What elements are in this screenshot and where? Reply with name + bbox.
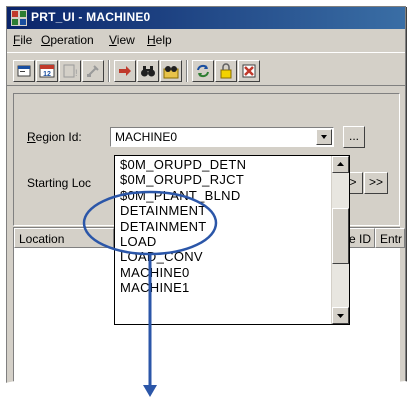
new-window-icon <box>17 65 31 77</box>
svg-text:12: 12 <box>43 71 51 78</box>
tools-button[interactable] <box>82 60 104 82</box>
svg-text:!: ! <box>75 68 78 78</box>
toolbar-separator <box>108 60 110 82</box>
title-bar: PRT_UI - MACHINE0 <box>7 7 405 29</box>
list-item[interactable]: LOAD_CONV <box>115 249 330 264</box>
chevron-up-icon <box>337 162 344 166</box>
edit-button[interactable]: ! <box>59 60 81 82</box>
scroll-down-button[interactable] <box>332 307 349 324</box>
list-item[interactable]: $0M_PLANT_BLND <box>115 188 330 203</box>
region-dropdown-list[interactable]: $0M_ORUPD_DETN $0M_ORUPD_RJCT $0M_PLANT_… <box>114 155 350 325</box>
dropdown-scrollbar[interactable] <box>331 156 349 324</box>
torn-edge <box>0 379 417 399</box>
binoculars-folder-icon <box>163 66 179 79</box>
binoculars-icon <box>141 66 155 77</box>
list-item[interactable]: $0M_ORUPD_RJCT <box>115 172 330 187</box>
go-button[interactable] <box>114 60 136 82</box>
toolbar-separator <box>186 60 188 82</box>
dropdown-items: $0M_ORUPD_DETN $0M_ORUPD_RJCT $0M_PLANT_… <box>115 157 330 296</box>
main-window: PRT_UI - MACHINE0 File Operation View He… <box>6 6 406 394</box>
window-title: PRT_UI - MACHINE0 <box>31 10 151 24</box>
list-item[interactable]: MACHINE1 <box>115 280 330 295</box>
calendar-button[interactable]: 12 <box>36 60 58 82</box>
find-button[interactable] <box>137 60 159 82</box>
find-folder-button[interactable] <box>160 60 182 82</box>
refresh-button[interactable] <box>192 60 214 82</box>
list-item[interactable]: MACHINE0 <box>115 265 330 280</box>
column-header-entry[interactable]: Entr <box>375 228 405 248</box>
calendar-icon: 12 <box>39 64 55 78</box>
list-item[interactable]: $0M_ORUPD_DETN <box>115 157 330 172</box>
chevron-down-icon <box>337 314 344 318</box>
list-item[interactable]: DETAINMENT <box>115 203 330 218</box>
lock-icon <box>220 63 232 79</box>
menu-help[interactable]: Help <box>147 33 172 47</box>
starting-location-label: Starting Loc <box>27 176 92 190</box>
refresh-icon <box>197 64 209 78</box>
disabled-tools-icon <box>87 65 99 77</box>
scroll-up-button[interactable] <box>332 156 349 173</box>
combo-dropdown-button[interactable] <box>316 129 332 145</box>
disabled-edit-icon: ! <box>63 64 78 78</box>
browse-button[interactable]: ... <box>343 126 365 148</box>
arrow-right-icon <box>119 66 131 76</box>
menu-bar: File Operation View Help <box>7 30 405 50</box>
column-header-location[interactable]: Location <box>14 228 114 248</box>
toolbar: 12 ! <box>7 52 405 86</box>
list-item[interactable]: LOAD <box>115 234 330 249</box>
new-window-button[interactable] <box>13 60 35 82</box>
region-id-value: MACHINE0 <box>115 130 178 144</box>
delete-icon <box>242 64 256 78</box>
scroll-thumb[interactable] <box>332 208 349 264</box>
region-id-combo[interactable]: MACHINE0 <box>110 127 334 147</box>
list-item[interactable]: DETAINMENT <box>115 219 330 234</box>
chevron-down-icon <box>321 135 327 139</box>
menu-operation[interactable]: Operation <box>41 33 94 47</box>
last-button[interactable]: >> <box>364 172 388 194</box>
menu-view[interactable]: View <box>109 33 135 47</box>
region-id-label: Region Id: <box>27 130 82 144</box>
lock-button[interactable] <box>215 60 237 82</box>
app-icon <box>11 10 27 26</box>
menu-file[interactable]: File <box>13 33 32 47</box>
delete-button[interactable] <box>238 60 260 82</box>
